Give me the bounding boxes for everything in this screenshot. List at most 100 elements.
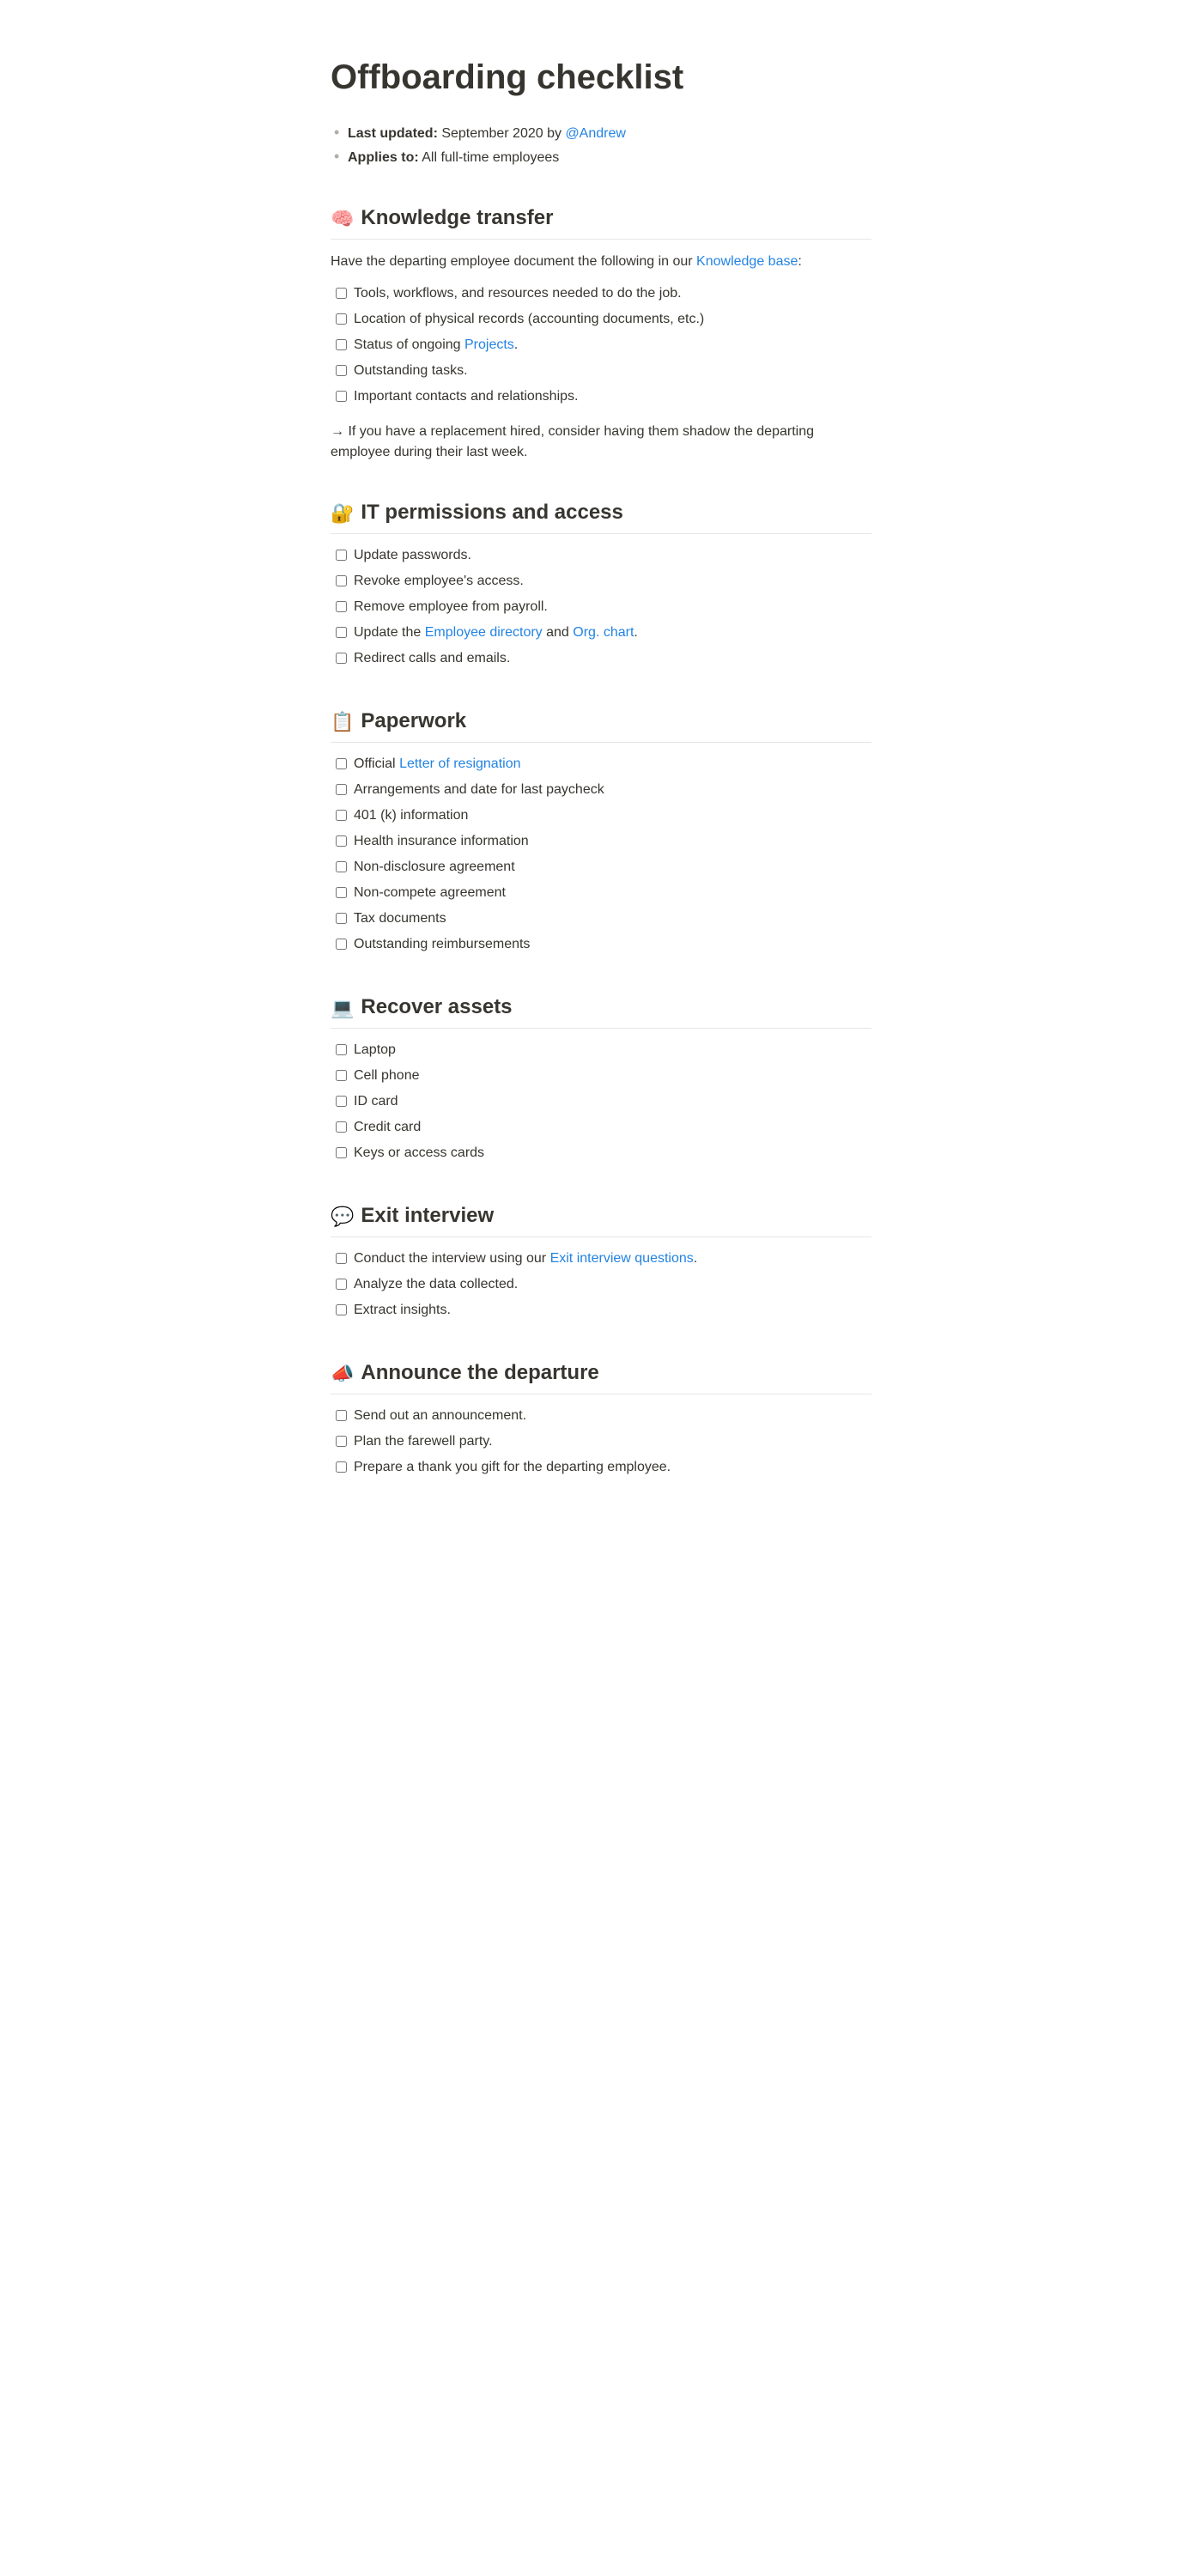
checkbox[interactable] — [336, 391, 347, 402]
list-item: Revoke employee's access. — [331, 568, 871, 594]
link-org-chart[interactable]: Org. chart — [573, 625, 634, 640]
checkbox[interactable] — [336, 1096, 347, 1107]
meta-item-updated: Last updated: September 2020 by @Andrew — [331, 124, 871, 144]
list-item: Update the Employee directory and Org. c… — [331, 620, 871, 646]
link-knowledge-base[interactable]: Knowledge base — [696, 254, 798, 269]
mention-andrew[interactable]: @Andrew — [565, 126, 626, 141]
check-text: Official Letter of resignation — [354, 754, 871, 775]
check-text: Extract insights. — [354, 1300, 871, 1321]
checkbox[interactable] — [336, 784, 347, 795]
meta-value: September 2020 by — [438, 126, 566, 141]
checkbox[interactable] — [336, 601, 347, 612]
checkbox[interactable] — [336, 913, 347, 924]
list-item: Conduct the interview using our Exit int… — [331, 1246, 871, 1272]
section-heading-announce: 📣 Announce the departure — [331, 1358, 871, 1394]
checkbox[interactable] — [336, 1436, 347, 1447]
link-letter-resignation[interactable]: Letter of resignation — [399, 756, 520, 771]
check-text: Location of physical records (accounting… — [354, 309, 871, 330]
list-item: Extract insights. — [331, 1297, 871, 1323]
check-text: Non-compete agreement — [354, 883, 871, 903]
list-item: Outstanding tasks. — [331, 358, 871, 384]
checkbox[interactable] — [336, 939, 347, 950]
check-text: Important contacts and relationships. — [354, 386, 871, 407]
check-text: Outstanding tasks. — [354, 361, 871, 381]
checkbox[interactable] — [336, 653, 347, 664]
list-item: Plan the farewell party. — [331, 1429, 871, 1455]
section-title: Announce the departure — [361, 1358, 598, 1388]
check-text: Remove employee from payroll. — [354, 597, 871, 617]
list-item: Important contacts and relationships. — [331, 384, 871, 410]
check-text: Health insurance information — [354, 831, 871, 852]
list-item: Outstanding reimbursements — [331, 932, 871, 957]
list-item: Arrangements and date for last paycheck — [331, 777, 871, 803]
list-item: Status of ongoing Projects. — [331, 332, 871, 358]
check-text: Redirect calls and emails. — [354, 648, 871, 669]
meta-label: Applies to: — [348, 150, 419, 165]
check-text: Keys or access cards — [354, 1143, 871, 1163]
checkbox[interactable] — [336, 1070, 347, 1081]
list-item: Laptop — [331, 1037, 871, 1063]
checklist-it: Update passwords. Revoke employee's acce… — [331, 543, 871, 671]
checkbox[interactable] — [336, 1279, 347, 1290]
list-item: Credit card — [331, 1115, 871, 1140]
clipboard-icon: 📋 — [331, 708, 354, 736]
checkbox[interactable] — [336, 1044, 347, 1055]
list-item: Send out an announcement. — [331, 1403, 871, 1429]
check-text: Analyze the data collected. — [354, 1274, 871, 1295]
checkbox[interactable] — [336, 339, 347, 350]
list-item: Cell phone — [331, 1063, 871, 1089]
checkbox[interactable] — [336, 1253, 347, 1264]
checkbox[interactable] — [336, 861, 347, 872]
checkbox[interactable] — [336, 550, 347, 561]
meta-label: Last updated: — [348, 126, 438, 141]
meta-value: All full-time employees — [419, 150, 560, 165]
checkbox[interactable] — [336, 365, 347, 376]
checkbox[interactable] — [336, 810, 347, 821]
checkbox[interactable] — [336, 1461, 347, 1473]
section-title: Paperwork — [361, 706, 466, 737]
checkbox[interactable] — [336, 1147, 347, 1158]
check-text: Cell phone — [354, 1066, 871, 1086]
list-item: Non-compete agreement — [331, 880, 871, 906]
check-text: Revoke employee's access. — [354, 571, 871, 592]
section-title: Knowledge transfer — [361, 203, 553, 234]
meta-list: Last updated: September 2020 by @Andrew … — [331, 124, 871, 168]
check-text: Tax documents — [354, 908, 871, 929]
section-heading-knowledge: 🧠 Knowledge transfer — [331, 203, 871, 240]
list-item: Health insurance information — [331, 829, 871, 854]
check-text: Credit card — [354, 1117, 871, 1138]
checkbox[interactable] — [336, 288, 347, 299]
checklist-paperwork: Official Letter of resignation Arrangeme… — [331, 751, 871, 957]
page-title: Offboarding checklist — [331, 52, 871, 103]
link-projects[interactable]: Projects — [464, 337, 514, 352]
checkbox[interactable] — [336, 758, 347, 769]
checkbox[interactable] — [336, 1304, 347, 1315]
checkbox[interactable] — [336, 627, 347, 638]
checkbox[interactable] — [336, 887, 347, 898]
list-item: Location of physical records (accounting… — [331, 307, 871, 332]
list-item: Analyze the data collected. — [331, 1272, 871, 1297]
checkbox[interactable] — [336, 1121, 347, 1133]
checkbox[interactable] — [336, 835, 347, 847]
knowledge-note: → If you have a replacement hired, consi… — [331, 422, 871, 463]
check-text: 401 (k) information — [354, 805, 871, 826]
list-item: Update passwords. — [331, 543, 871, 568]
lock-icon: 🔐 — [331, 499, 354, 527]
text: : — [798, 254, 801, 269]
check-text: Outstanding reimbursements — [354, 934, 871, 955]
checkbox[interactable] — [336, 1410, 347, 1421]
section-heading-exit: 💬 Exit interview — [331, 1200, 871, 1237]
checkbox[interactable] — [336, 575, 347, 586]
check-text: Plan the farewell party. — [354, 1431, 871, 1452]
check-text: Non-disclosure agreement — [354, 857, 871, 878]
text: . — [634, 625, 637, 640]
link-employee-directory[interactable]: Employee directory — [425, 625, 543, 640]
link-exit-interview-questions[interactable]: Exit interview questions — [550, 1251, 694, 1266]
text: Have the departing employee document the… — [331, 254, 696, 269]
list-item: Tools, workflows, and resources needed t… — [331, 281, 871, 307]
speech-bubble-icon: 💬 — [331, 1202, 354, 1230]
list-item: Non-disclosure agreement — [331, 854, 871, 880]
checkbox[interactable] — [336, 313, 347, 325]
section-heading-it: 🔐 IT permissions and access — [331, 497, 871, 534]
text: Status of ongoing — [354, 337, 464, 352]
